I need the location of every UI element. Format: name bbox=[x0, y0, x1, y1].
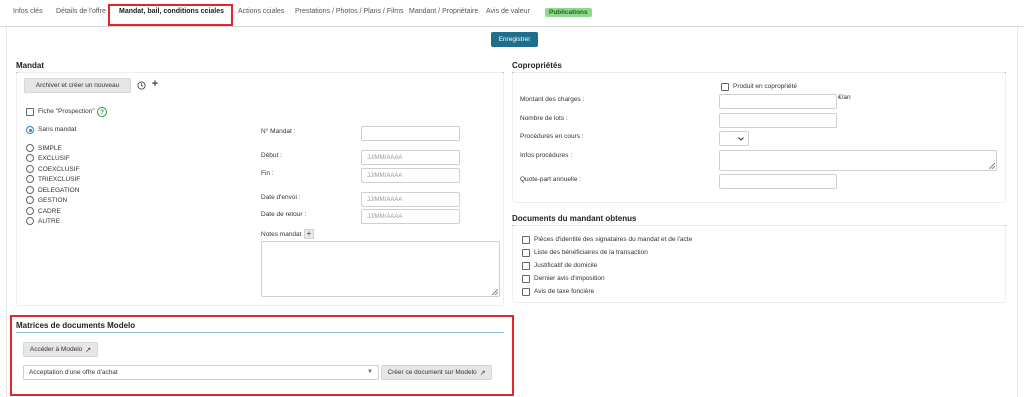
lots-label: Nombre de lots : bbox=[520, 115, 568, 122]
prospection-label: Fiche "Prospection" bbox=[38, 108, 95, 115]
date-envoi-label: Date d'envoi : bbox=[261, 194, 301, 201]
access-modelo-label: Accéder à Modelo bbox=[29, 346, 83, 353]
radio-label-simple: SIMPLE bbox=[38, 145, 62, 152]
tab-avis-valeur[interactable]: Avis de valeur bbox=[486, 8, 530, 15]
doc-checkbox-beneficiaires[interactable] bbox=[522, 249, 530, 257]
radio-coexclusif[interactable] bbox=[26, 165, 34, 173]
radio-simple[interactable] bbox=[26, 144, 34, 152]
quote-part-label: Quote-part annuelle : bbox=[520, 176, 582, 183]
infos-procedures-label: Infos procédures : bbox=[520, 152, 573, 159]
radio-exclusif[interactable] bbox=[26, 154, 34, 162]
radio-sans-mandat[interactable] bbox=[26, 126, 34, 134]
radio-autre[interactable] bbox=[26, 217, 34, 225]
doc-label-taxe-fonciere: Avis de taxe foncière bbox=[534, 288, 595, 295]
doc-checkbox-imposition[interactable] bbox=[522, 275, 530, 283]
produit-copro-checkbox[interactable] bbox=[721, 83, 729, 91]
doc-label-domicile: Justificatif de domicile bbox=[534, 262, 598, 269]
doc-checkbox-domicile[interactable] bbox=[522, 262, 530, 270]
resize-handle-icon[interactable] bbox=[492, 289, 498, 295]
fin-date-input[interactable]: JJ/MM/AAAA bbox=[361, 168, 460, 183]
archive-create-button[interactable]: Archiver et créer un nouveau bbox=[24, 78, 131, 93]
external-link-icon: ↗ bbox=[479, 369, 486, 377]
notes-mandat-label: Notes mandat bbox=[261, 231, 302, 238]
prospection-checkbox[interactable] bbox=[26, 108, 34, 116]
document-template-value: Acceptation d'une offre d'achat bbox=[29, 369, 118, 376]
doc-label-identite: Pièces d'identité des signataires du man… bbox=[534, 236, 693, 243]
radio-label-coexclusif: COEXCLUSIF bbox=[38, 166, 80, 173]
resize-handle-icon[interactable] bbox=[989, 163, 995, 169]
radio-gestion[interactable] bbox=[26, 196, 34, 204]
radio-cadre[interactable] bbox=[26, 207, 34, 215]
create-modelo-label: Créer ce document sur Modelo bbox=[387, 369, 477, 376]
doc-label-imposition: Dernier avis d'imposition bbox=[534, 275, 605, 282]
tab-details-offre[interactable]: Détails de l'offre bbox=[56, 8, 106, 15]
lots-input[interactable] bbox=[719, 113, 837, 128]
debut-label: Début : bbox=[261, 152, 282, 159]
radio-triexclusif[interactable] bbox=[26, 175, 34, 183]
radio-label-sans-mandat: Sans mandat bbox=[38, 126, 77, 133]
charges-label: Montant des charges : bbox=[520, 96, 585, 103]
external-link-icon: ↗ bbox=[85, 346, 92, 354]
history-icon[interactable] bbox=[136, 80, 146, 90]
doc-checkbox-taxe-fonciere[interactable] bbox=[522, 288, 530, 296]
debut-date-input[interactable]: JJ/MM/AAAA bbox=[361, 150, 460, 165]
radio-label-exclusif: EXCLUSIF bbox=[38, 155, 70, 162]
infos-procedures-textarea[interactable] bbox=[719, 150, 997, 171]
charges-input[interactable] bbox=[719, 94, 837, 109]
doc-checkbox-identite[interactable] bbox=[522, 236, 530, 244]
radio-label-autre: AUTRE bbox=[38, 218, 61, 225]
date-envoi-input[interactable]: JJ/MM/AAAA bbox=[361, 192, 460, 207]
caret-down-icon: ▼ bbox=[367, 369, 373, 375]
doc-label-beneficiaires: Liste des bénéficiaires de la transactio… bbox=[534, 249, 648, 256]
date-retour-label: Date de retour : bbox=[261, 211, 307, 218]
fin-label: Fin : bbox=[261, 170, 274, 177]
charges-unit: €/an bbox=[838, 94, 851, 101]
tab-actions-cciales[interactable]: Actions cciales bbox=[238, 8, 284, 15]
chevron-down-icon bbox=[738, 136, 744, 141]
radio-label-cadre: CADRE bbox=[38, 208, 61, 215]
add-icon[interactable]: + bbox=[150, 78, 160, 90]
numero-mandat-input[interactable] bbox=[361, 126, 460, 141]
quote-part-input[interactable] bbox=[719, 174, 837, 189]
tab-publications[interactable]: Publications bbox=[545, 8, 592, 17]
date-retour-input[interactable]: JJ/MM/AAAA bbox=[361, 209, 460, 224]
procedures-select[interactable] bbox=[719, 131, 749, 146]
tab-infos-cles[interactable]: Infos clés bbox=[13, 8, 43, 15]
tab-prestations[interactable]: Prestations / Photos / Plans / Films bbox=[295, 8, 404, 15]
tab-mandant[interactable]: Mandant / Propriétaire bbox=[409, 8, 478, 15]
produit-copro-label: Produit en copropriété bbox=[733, 83, 797, 90]
create-modelo-document-button[interactable]: Créer ce document sur Modelo ↗ bbox=[381, 365, 492, 380]
modelo-section-title: Matrices de documents Modelo bbox=[16, 321, 504, 333]
radio-delegation[interactable] bbox=[26, 186, 34, 194]
document-template-select[interactable]: Acceptation d'une offre d'achat ▼ bbox=[23, 365, 379, 380]
radio-label-gestion: GESTION bbox=[38, 197, 68, 204]
radio-label-triexclusif: TRIEXCLUSIF bbox=[38, 176, 81, 183]
access-modelo-button[interactable]: Accéder à Modelo ↗ bbox=[23, 342, 98, 357]
add-note-icon[interactable]: + bbox=[304, 229, 314, 239]
notes-mandat-textarea[interactable] bbox=[261, 241, 500, 297]
help-icon[interactable]: ? bbox=[97, 107, 107, 117]
highlight-box-tab bbox=[108, 4, 233, 26]
radio-label-delegation: DELEGATION bbox=[38, 187, 80, 194]
save-button[interactable]: Enregistrer bbox=[491, 32, 538, 47]
procedures-label: Procédures en cours : bbox=[520, 133, 584, 140]
numero-mandat-label: N° Mandat : bbox=[261, 128, 296, 135]
